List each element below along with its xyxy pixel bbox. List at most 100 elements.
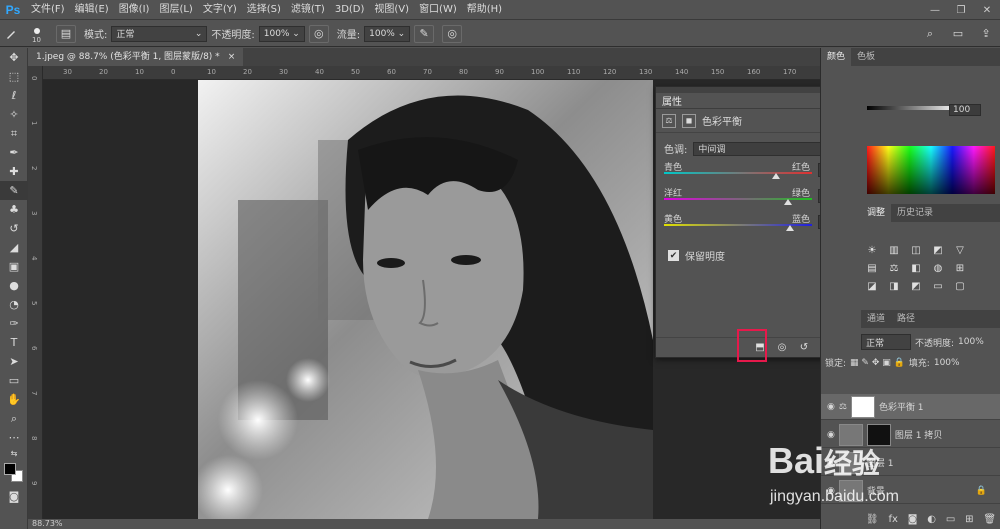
group-icon[interactable]: ▭: [946, 514, 955, 525]
zoom-level[interactable]: 88.73%: [32, 519, 63, 528]
menu-type[interactable]: 文字(Y): [198, 0, 242, 20]
dodge-tool-icon[interactable]: ◔: [0, 295, 28, 314]
menu-layer[interactable]: 图层(L): [154, 0, 197, 20]
swap-colors-icon[interactable]: ⇆: [0, 447, 28, 459]
quick-select-tool-icon[interactable]: ✧: [0, 105, 28, 124]
menu-3d[interactable]: 3D(D): [330, 0, 370, 20]
threshold-icon[interactable]: ◩: [907, 278, 925, 294]
color-slider[interactable]: [867, 106, 959, 110]
close-button[interactable]: ✕: [974, 0, 1000, 20]
lock-icons[interactable]: ▦ ✎ ✥ ▣ 🔒: [850, 358, 905, 368]
exposure-icon[interactable]: ◩: [929, 242, 947, 258]
foreground-color-swatch[interactable]: [4, 463, 16, 475]
link-icon[interactable]: ⛓: [866, 514, 879, 525]
hue-icon[interactable]: ▤: [863, 260, 881, 276]
more-tools-icon[interactable]: ⋯: [0, 428, 28, 447]
blur-tool-icon[interactable]: ●: [0, 276, 28, 295]
pressure-size-icon[interactable]: ◎: [442, 24, 463, 43]
color-value[interactable]: 100: [949, 104, 981, 116]
preserve-luminosity-checkbox[interactable]: ✔: [668, 250, 679, 261]
selective-color-icon[interactable]: ▢: [951, 278, 969, 294]
horizontal-ruler[interactable]: 30 20 10 0 10 20 30 40 50 60 70 80 90 100 110 120 130 140…: [43, 66, 820, 80]
search-icon[interactable]: ⌕: [916, 24, 944, 43]
workspace-icon[interactable]: ▭: [944, 24, 972, 43]
crop-tool-icon[interactable]: ⌗: [0, 124, 28, 143]
slider-thumb[interactable]: [785, 225, 794, 231]
pressure-opacity-icon[interactable]: ◎: [308, 24, 329, 43]
marquee-tool-icon[interactable]: ⬚: [0, 67, 28, 86]
brush-panel-toggle-icon[interactable]: ▤: [56, 24, 76, 43]
menu-file[interactable]: 文件(F): [26, 0, 70, 20]
fx-icon[interactable]: fx: [888, 514, 897, 525]
menu-edit[interactable]: 编辑(E): [70, 0, 114, 20]
tab-history[interactable]: 历史记录: [891, 204, 939, 222]
photo-filter-icon[interactable]: ◍: [929, 260, 947, 276]
clone-stamp-tool-icon[interactable]: ♣: [0, 200, 28, 219]
opacity-input[interactable]: 100% ⌄: [258, 25, 305, 42]
layer-name[interactable]: 图层 1 拷贝: [895, 428, 942, 441]
menu-image[interactable]: 图像(I): [114, 0, 155, 20]
color-spectrum[interactable]: [867, 146, 995, 194]
healing-brush-tool-icon[interactable]: ✚: [0, 162, 28, 181]
channel-mixer-icon[interactable]: ⊞: [951, 260, 969, 276]
gradient-tool-icon[interactable]: ▣: [0, 257, 28, 276]
add-mask-icon[interactable]: ◙: [908, 514, 918, 525]
color-swatches[interactable]: [0, 459, 28, 487]
type-tool-icon[interactable]: T: [0, 333, 28, 352]
slider-thumb[interactable]: [784, 199, 793, 205]
tab-color[interactable]: 颜色: [821, 48, 852, 66]
tab-adjustments[interactable]: 调整: [861, 204, 892, 222]
zoom-tool-icon[interactable]: ⌕: [0, 409, 28, 428]
vibrance-icon[interactable]: ▽: [951, 242, 969, 258]
menu-window[interactable]: 窗口(W): [414, 0, 462, 20]
slider-thumb[interactable]: [772, 173, 781, 179]
pen-tool-icon[interactable]: ✑: [0, 314, 28, 333]
eraser-tool-icon[interactable]: ◢: [0, 238, 28, 257]
visibility-eye-icon[interactable]: ◉: [827, 402, 835, 412]
fill-value[interactable]: 100%: [934, 358, 960, 368]
minimize-button[interactable]: —: [922, 0, 948, 20]
layer-opacity-value[interactable]: 100%: [958, 337, 984, 347]
trash-icon[interactable]: 🗑: [983, 514, 996, 525]
color-balance-adjust-icon[interactable]: ⚖: [885, 260, 903, 276]
layer-row[interactable]: ◉ ⚖ 色彩平衡 1: [821, 394, 1000, 420]
brush-preset-icon[interactable]: [0, 24, 22, 43]
vertical-ruler[interactable]: 0 1 2 3 4 5 6 7 8 9: [28, 66, 43, 519]
flow-input[interactable]: 100% ⌄: [364, 25, 411, 42]
levels-icon[interactable]: ▥: [885, 242, 903, 258]
menu-select[interactable]: 选择(S): [242, 0, 286, 20]
reset-icon[interactable]: ↺: [794, 340, 814, 356]
layer-mask-icon[interactable]: ◼: [682, 113, 696, 128]
shape-tool-icon[interactable]: ▭: [0, 371, 28, 390]
mode-select[interactable]: 正常 ⌄: [111, 25, 208, 42]
brush-tool-icon[interactable]: ✎: [0, 181, 28, 200]
menu-help[interactable]: 帮助(H): [462, 0, 507, 20]
brush-size-picker[interactable]: 10: [22, 24, 52, 44]
slider-track[interactable]: [664, 172, 812, 174]
invert-icon[interactable]: ◪: [863, 278, 881, 294]
share-icon[interactable]: ⇪: [972, 24, 1000, 43]
close-tab-icon[interactable]: ×: [228, 48, 236, 66]
brightness-icon[interactable]: ☀: [863, 242, 881, 258]
adjustment-layer-icon[interactable]: ◐: [927, 514, 936, 525]
lasso-tool-icon[interactable]: ℓ: [0, 86, 28, 105]
gradient-map-icon[interactable]: ▭: [929, 278, 947, 294]
menu-view[interactable]: 视图(V): [369, 0, 414, 20]
layer-blend-select[interactable]: 正常: [861, 334, 911, 350]
posterize-icon[interactable]: ◨: [885, 278, 903, 294]
hand-tool-icon[interactable]: ✋: [0, 390, 28, 409]
view-previous-icon[interactable]: ◎: [772, 340, 792, 356]
layer-name[interactable]: 色彩平衡 1: [879, 400, 924, 413]
layer-mask-thumbnail[interactable]: [850, 395, 875, 418]
history-brush-tool-icon[interactable]: ↺: [0, 219, 28, 238]
document-tab[interactable]: 1.jpeg @ 88.7% (色彩平衡 1, 图层蒙版/8) * ×: [28, 48, 244, 66]
tab-paths[interactable]: 路径: [891, 310, 921, 328]
curves-icon[interactable]: ◫: [907, 242, 925, 258]
tab-channels[interactable]: 通道: [861, 310, 891, 328]
path-select-tool-icon[interactable]: ➤: [0, 352, 28, 371]
visibility-eye-icon[interactable]: ◉: [827, 430, 835, 440]
eyedropper-tool-icon[interactable]: ✒: [0, 143, 28, 162]
menu-filter[interactable]: 滤镜(T): [286, 0, 330, 20]
restore-button[interactable]: ❐: [948, 0, 974, 20]
tab-swatches[interactable]: 色板: [851, 48, 881, 66]
